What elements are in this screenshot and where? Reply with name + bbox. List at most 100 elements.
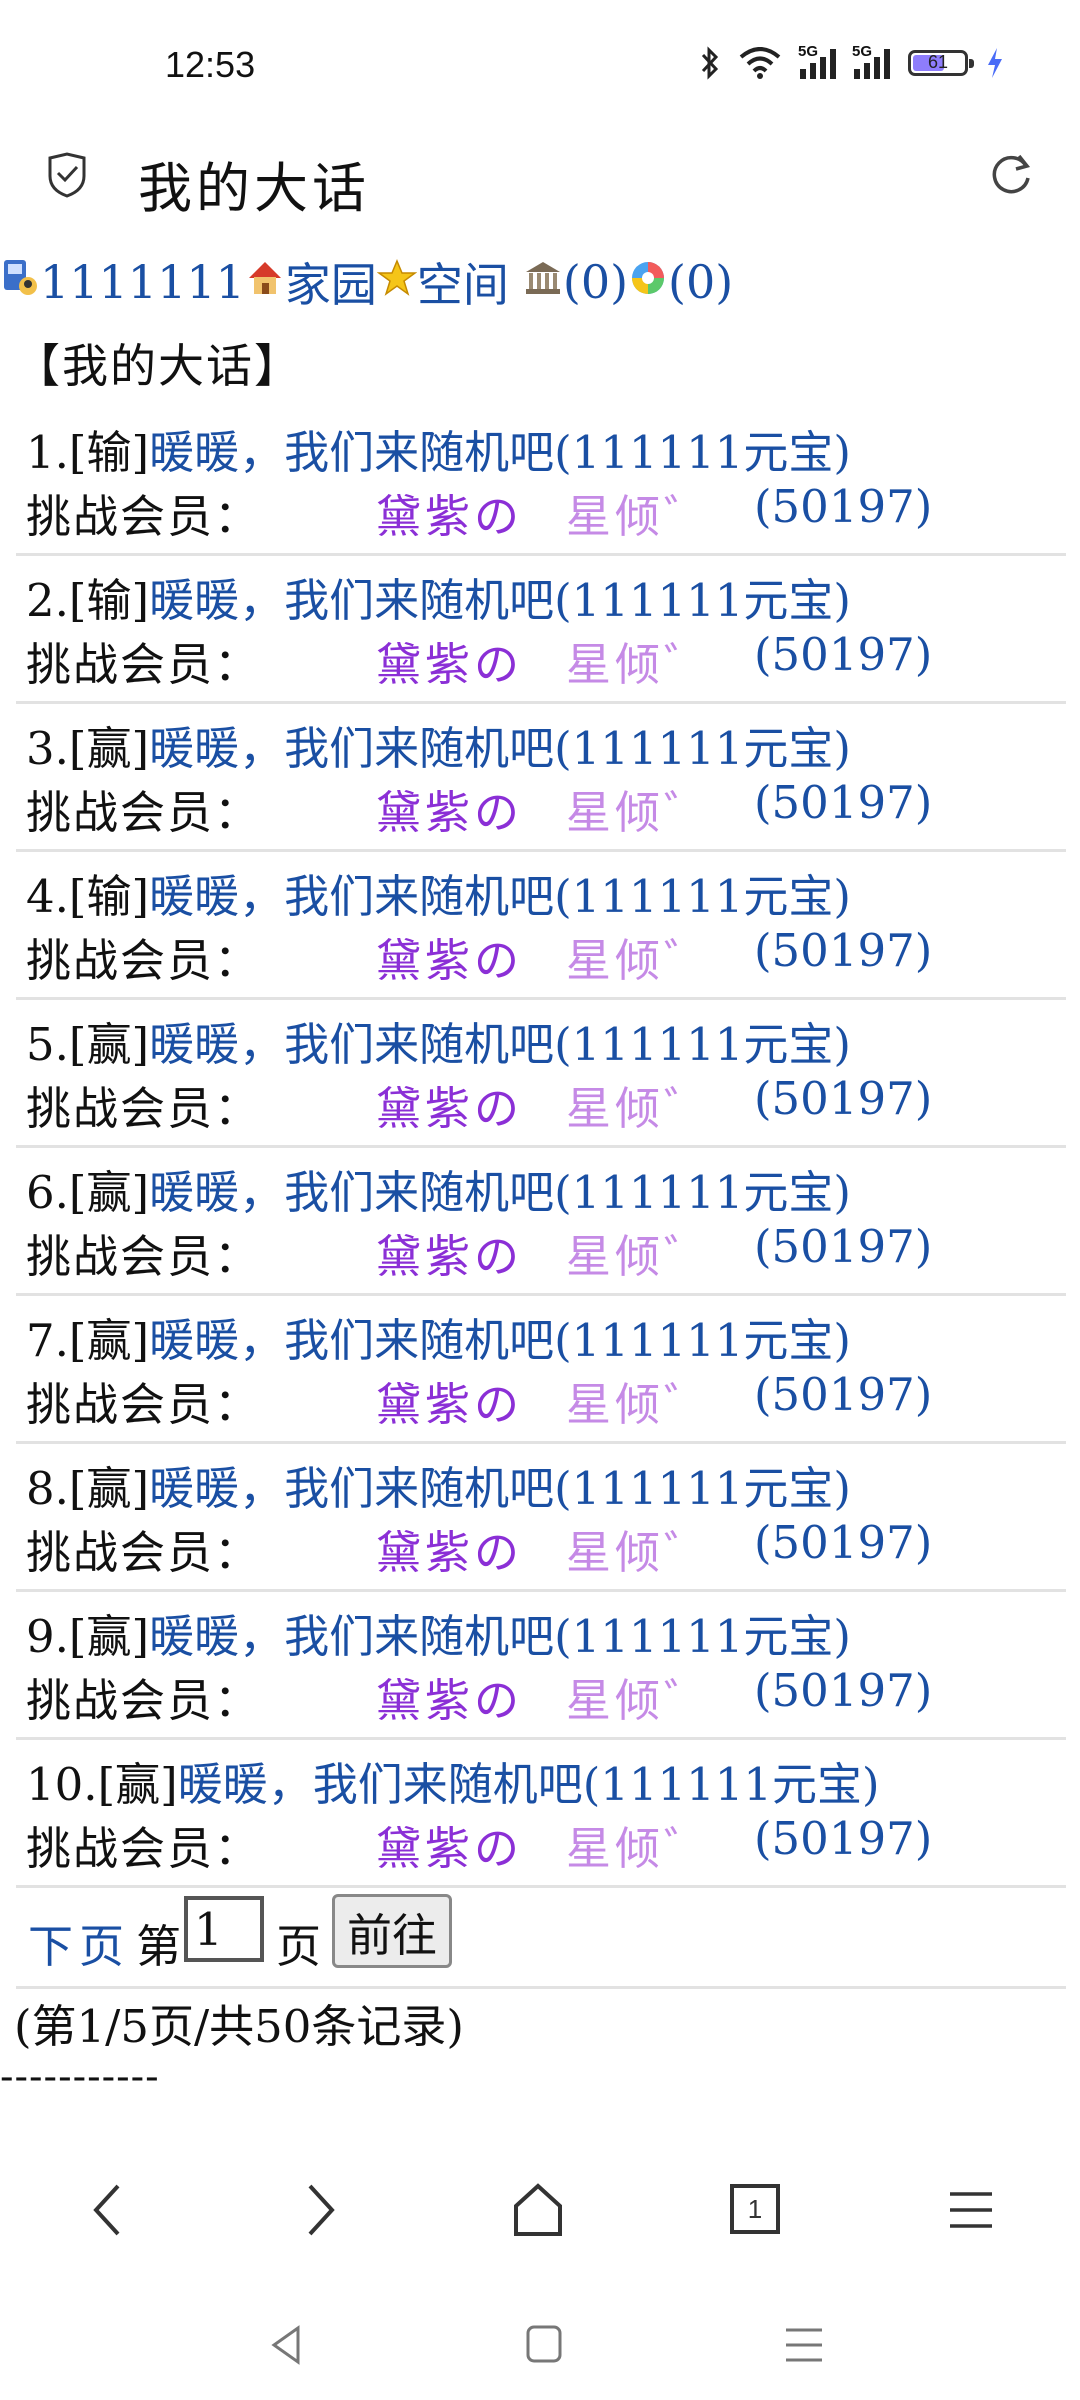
member-score[interactable]: (50197) <box>754 924 932 977</box>
app-header: 我的大话 <box>0 130 1080 240</box>
member-name-part1[interactable]: 黛紫の <box>376 1368 523 1433</box>
member-name-part1[interactable]: 黛紫の <box>376 1072 523 1137</box>
bank-count-link[interactable]: (0) <box>563 255 628 309</box>
member-name-part1[interactable]: 黛紫の <box>376 480 523 545</box>
system-nav-bar <box>0 2300 1080 2400</box>
system-home-icon[interactable] <box>524 2320 564 2370</box>
item-member-line: 挑战会员： 黛紫の 星倾゛ (50197) <box>26 924 1066 987</box>
shield-check-icon[interactable] <box>46 152 88 198</box>
member-name-part1[interactable]: 黛紫の <box>376 776 523 841</box>
member-name-part2[interactable]: 星倾゛ <box>566 480 713 545</box>
records-summary: (第1/5页/共50条记录) <box>14 2000 464 2053</box>
member-score[interactable]: (50197) <box>754 776 932 829</box>
item-member-line: 挑战会员： 黛紫の 星倾゛ (50197) <box>26 1072 1066 1135</box>
challenge-member-label: 挑战会员： <box>26 1822 262 1875</box>
list-item: 7.[赢]暖暖，我们来随机吧(111111元宝) 挑战会员： 黛紫の 星倾゛ (5019… <box>16 1296 1066 1444</box>
item-challenge-link[interactable]: 暖暖，我们来随机吧(111111元宝) <box>149 574 851 627</box>
member-score[interactable]: (50197) <box>754 1072 932 1125</box>
member-name-part1[interactable]: 黛紫の <box>376 628 523 693</box>
menu-icon[interactable] <box>946 2180 996 2240</box>
space-link[interactable]: 空间 <box>417 249 509 315</box>
page-prefix-label: 第 <box>136 1920 182 1973</box>
system-recents-icon[interactable] <box>782 2320 826 2370</box>
item-challenge-link[interactable]: 暖暖，我们来随机吧(111111元宝) <box>149 1166 851 1219</box>
page-suffix-label: 页 <box>276 1920 322 1973</box>
item-member-line: 挑战会员： 黛紫の 星倾゛ (50197) <box>26 1516 1066 1579</box>
charging-bolt-icon <box>988 48 1002 78</box>
member-name-part2[interactable]: 星倾゛ <box>566 776 713 841</box>
member-name-part1[interactable]: 黛紫の <box>376 1220 523 1285</box>
status-time: 12:53 <box>165 44 256 85</box>
reload-icon[interactable] <box>986 150 1036 200</box>
tabs-icon[interactable]: 1 <box>730 2184 780 2234</box>
member-score[interactable]: (50197) <box>754 1516 932 1569</box>
item-title-line: 4.[输]暖暖，我们来随机吧(111111元宝) <box>26 860 851 925</box>
item-member-line: 挑战会员： 黛紫の 星倾゛ (50197) <box>26 1664 1066 1727</box>
section-title: 【我的大话】 <box>14 339 302 393</box>
member-name-part2[interactable]: 星倾゛ <box>566 1368 713 1433</box>
challenge-member-label: 挑战会员： <box>26 638 262 691</box>
member-name-part2[interactable]: 星倾゛ <box>566 1516 713 1581</box>
item-result-prefix: 5.[赢] <box>26 1018 150 1071</box>
member-score[interactable]: (50197) <box>754 480 932 533</box>
member-name-part1[interactable]: 黛紫の <box>376 924 523 989</box>
item-member-line: 挑战会员： 黛紫の 星倾゛ (50197) <box>26 628 1066 691</box>
back-icon[interactable] <box>88 2180 128 2240</box>
pager: 下页 第 页 前往 <box>16 1888 1066 1989</box>
user-nav-row: 1111111 家园 空间 (0) (0) <box>0 252 733 312</box>
list-item: 8.[赢]暖暖，我们来随机吧(111111元宝) 挑战会员： 黛紫の 星倾゛ (5019… <box>16 1444 1066 1592</box>
member-name-part1[interactable]: 黛紫の <box>376 1516 523 1581</box>
list-item: 5.[赢]暖暖，我们来随机吧(111111元宝) 挑战会员： 黛紫の 星倾゛ (5019… <box>16 1000 1066 1148</box>
list-item: 4.[输]暖暖，我们来随机吧(111111元宝) 挑战会员： 黛紫の 星倾゛ (5019… <box>16 852 1066 1000</box>
list-item: 6.[赢]暖暖，我们来随机吧(111111元宝) 挑战会员： 黛紫の 星倾゛ (5019… <box>16 1148 1066 1296</box>
page-number-input[interactable] <box>184 1896 264 1962</box>
item-result-prefix: 8.[赢] <box>26 1462 150 1515</box>
item-challenge-link[interactable]: 暖暖，我们来随机吧(111111元宝) <box>149 426 851 479</box>
next-page-link[interactable]: 下页 <box>28 1910 130 1975</box>
member-name-part2[interactable]: 星倾゛ <box>566 1220 713 1285</box>
item-member-line: 挑战会员： 黛紫の 星倾゛ (50197) <box>26 1812 1066 1875</box>
challenge-member-label: 挑战会员： <box>26 1082 262 1135</box>
member-name-part2[interactable]: 星倾゛ <box>566 628 713 693</box>
item-member-line: 挑战会员： 黛紫の 星倾゛ (50197) <box>26 776 1066 839</box>
user-id-link[interactable]: 1111111 <box>40 255 245 309</box>
member-score[interactable]: (50197) <box>754 1368 932 1421</box>
item-title-line: 10.[赢]暖暖，我们来随机吧(111111元宝) <box>26 1748 880 1813</box>
item-challenge-link[interactable]: 暖暖，我们来随机吧(111111元宝) <box>149 1018 851 1071</box>
member-score[interactable]: (50197) <box>754 1220 932 1273</box>
forward-icon[interactable] <box>300 2180 340 2240</box>
challenge-member-label: 挑战会员： <box>26 934 262 987</box>
home-nav-icon[interactable] <box>510 2180 566 2240</box>
item-title-line: 1.[输]暖暖，我们来随机吧(111111元宝) <box>26 416 851 481</box>
item-result-prefix: 4.[输] <box>26 870 150 923</box>
go-button[interactable]: 前往 <box>332 1894 453 1968</box>
item-challenge-link[interactable]: 暖暖，我们来随机吧(111111元宝) <box>149 870 851 923</box>
item-challenge-link[interactable]: 暖暖，我们来随机吧(111111元宝) <box>149 1462 851 1515</box>
browser-toolbar: 1 <box>0 2150 1080 2270</box>
member-score[interactable]: (50197) <box>754 1812 932 1865</box>
color-count-link[interactable]: (0) <box>668 255 733 309</box>
item-challenge-link[interactable]: 暖暖，我们来随机吧(111111元宝) <box>149 1610 851 1663</box>
home-link[interactable]: 家园 <box>285 249 377 315</box>
dashed-divider: ----------- <box>0 2054 160 2100</box>
system-back-icon[interactable] <box>266 2320 306 2370</box>
battery-level: 61 <box>927 52 949 72</box>
challenge-list: 1.[输]暖暖，我们来随机吧(111111元宝) 挑战会员： 黛紫の 星倾゛ (5019… <box>16 408 1066 1888</box>
member-name-part1[interactable]: 黛紫の <box>376 1664 523 1729</box>
item-title-line: 8.[赢]暖暖，我们来随机吧(111111元宝) <box>26 1452 851 1517</box>
member-name-part1[interactable]: 黛紫の <box>376 1812 523 1877</box>
item-challenge-link[interactable]: 暖暖，我们来随机吧(111111元宝) <box>149 722 851 775</box>
page-title: 我的大话 <box>138 157 370 220</box>
member-name-part2[interactable]: 星倾゛ <box>566 924 713 989</box>
member-score[interactable]: (50197) <box>754 1664 932 1717</box>
item-title-line: 6.[赢]暖暖，我们来随机吧(111111元宝) <box>26 1156 851 1221</box>
challenge-member-label: 挑战会员： <box>26 1230 262 1283</box>
bluetooth-icon <box>701 46 719 80</box>
member-score[interactable]: (50197) <box>754 628 932 681</box>
status-icons: 5G 5G 61 <box>700 43 1004 80</box>
item-challenge-link[interactable]: 暖暖，我们来随机吧(111111元宝) <box>178 1758 880 1811</box>
member-name-part2[interactable]: 星倾゛ <box>566 1664 713 1729</box>
member-name-part2[interactable]: 星倾゛ <box>566 1072 713 1137</box>
item-challenge-link[interactable]: 暖暖，我们来随机吧(111111元宝) <box>149 1314 851 1367</box>
member-name-part2[interactable]: 星倾゛ <box>566 1812 713 1877</box>
